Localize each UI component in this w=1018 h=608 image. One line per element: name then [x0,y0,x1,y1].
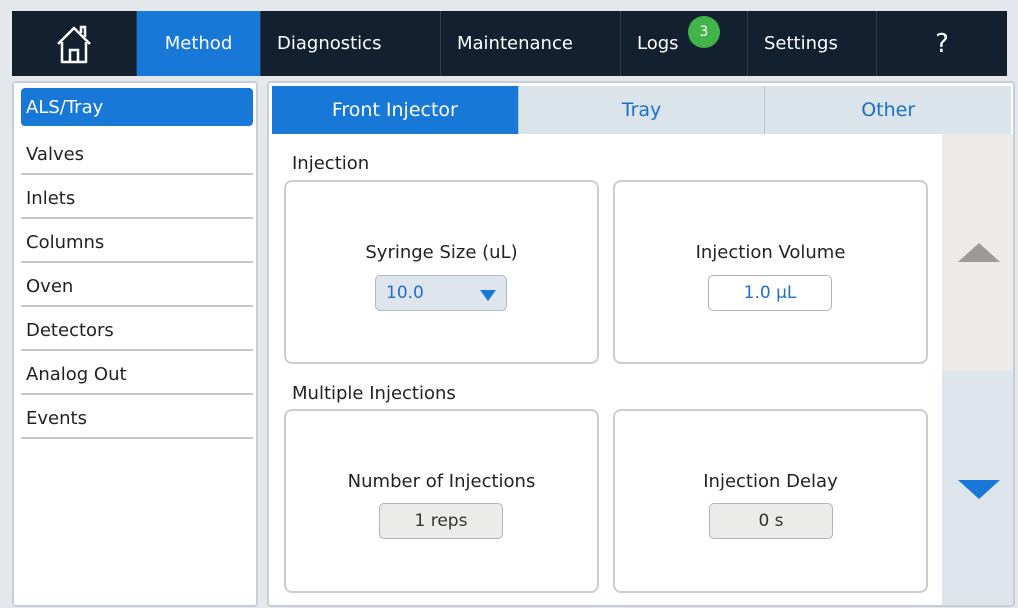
tab-label: Other [861,99,916,121]
syringe-size-label: Syringe Size (uL) [365,242,518,263]
sidebar: ALS/Tray Valves Inlets Columns Oven Dete… [12,81,258,607]
sub-tabs: Front Injector Tray Other [272,86,1011,134]
sidebar-item-inlets[interactable]: Inlets [21,179,253,219]
injection-section-title: Injection [292,153,370,174]
tab-label: Front Injector [331,99,458,121]
nav-tab-label: Settings [764,33,838,54]
nav-tab-method[interactable]: Method [137,11,261,76]
sidebar-item-events[interactable]: Events [21,399,253,439]
injection-volume-label: Injection Volume [695,242,846,263]
tab-tray[interactable]: Tray [519,86,766,134]
sidebar-item-label: Columns [26,231,105,253]
sidebar-item-oven[interactable]: Oven [21,267,253,307]
help-icon: ? [935,28,949,59]
sidebar-item-label: Analog Out [26,363,127,385]
number-of-injections-card: Number of Injections 1 reps [284,409,599,593]
number-of-injections-field[interactable]: 1 reps [379,503,503,539]
sidebar-item-label: Oven [26,275,74,297]
sidebar-item-label: Inlets [26,187,76,209]
home-button[interactable] [12,11,137,76]
chevron-down-icon [480,290,496,301]
scroll-up-button[interactable] [942,134,1013,371]
sidebar-item-columns[interactable]: Columns [21,223,253,263]
injection-volume-card: Injection Volume 1.0 µL [613,180,928,364]
nav-tab-label: Diagnostics [277,33,382,54]
nav-tab-maintenance[interactable]: Maintenance [441,11,621,76]
nav-tab-diagnostics[interactable]: Diagnostics [261,11,441,76]
nav-tab-label: Maintenance [457,33,573,54]
sidebar-item-label: Events [26,407,87,429]
injection-delay-label: Injection Delay [703,471,838,492]
sidebar-item-label: Detectors [26,319,114,341]
nav-tab-logs[interactable]: Logs 3 [621,11,748,76]
arrow-down-icon [957,479,1000,499]
nav-tab-label: Method [164,33,233,54]
nav-tab-settings[interactable]: Settings [748,11,877,76]
tab-other[interactable]: Other [765,86,1011,134]
syringe-size-card: Syringe Size (uL) 10.0 [284,180,599,364]
syringe-size-dropdown[interactable]: 10.0 [375,275,507,311]
top-nav: Method Diagnostics Maintenance Logs 3 Se… [12,11,1007,76]
sidebar-item-als-tray[interactable]: ALS/Tray [21,88,253,126]
sidebar-item-valves[interactable]: Valves [21,135,253,175]
logs-count-badge: 3 [688,16,720,48]
help-button[interactable]: ? [877,11,1007,76]
arrow-up-icon [957,243,1000,262]
injection-volume-field[interactable]: 1.0 µL [708,275,832,311]
home-icon [57,25,91,63]
multiple-injections-section-title: Multiple Injections [292,383,456,404]
number-of-injections-label: Number of Injections [347,471,536,492]
scroll-down-button[interactable] [942,371,1013,605]
sidebar-item-analog-out[interactable]: Analog Out [21,355,253,395]
sidebar-item-label: Valves [26,143,85,165]
syringe-size-value: 10.0 [386,283,424,303]
tab-front-injector[interactable]: Front Injector [272,86,519,134]
injection-delay-field[interactable]: 0 s [709,503,833,539]
main-panel: Front Injector Tray Other Injection Syri… [267,81,1015,607]
sidebar-item-label: ALS/Tray [26,96,104,118]
nav-tab-label: Logs [637,33,679,54]
sidebar-item-detectors[interactable]: Detectors [21,311,253,351]
injection-delay-card: Injection Delay 0 s [613,409,928,593]
tab-label: Tray [621,99,662,121]
